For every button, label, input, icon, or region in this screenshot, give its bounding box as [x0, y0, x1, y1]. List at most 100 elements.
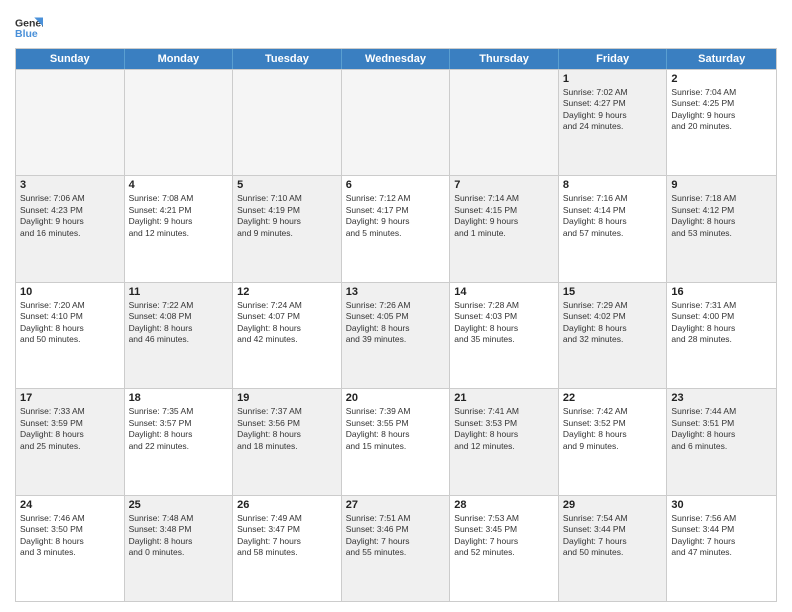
cell-info-line: and 20 minutes. [671, 121, 772, 132]
day-number: 22 [563, 392, 663, 404]
cell-info-line: Daylight: 7 hours [563, 536, 663, 547]
day-number: 26 [237, 499, 337, 511]
cell-info-line: and 9 minutes. [563, 441, 663, 452]
calendar-row-3: 10Sunrise: 7:20 AMSunset: 4:10 PMDayligh… [16, 282, 776, 388]
cell-info-line: and 39 minutes. [346, 334, 446, 345]
cell-info-line: Daylight: 8 hours [20, 323, 120, 334]
cell-info-line: and 1 minute. [454, 228, 554, 239]
calendar-cell: 13Sunrise: 7:26 AMSunset: 4:05 PMDayligh… [342, 283, 451, 388]
calendar-row-4: 17Sunrise: 7:33 AMSunset: 3:59 PMDayligh… [16, 388, 776, 494]
header-cell-friday: Friday [559, 49, 668, 69]
calendar-cell: 27Sunrise: 7:51 AMSunset: 3:46 PMDayligh… [342, 496, 451, 601]
cell-info-line: Sunset: 4:15 PM [454, 205, 554, 216]
calendar-row-1: 1Sunrise: 7:02 AMSunset: 4:27 PMDaylight… [16, 69, 776, 175]
cell-info-line: and 22 minutes. [129, 441, 229, 452]
cell-info-line: Sunset: 4:23 PM [20, 205, 120, 216]
calendar-cell [125, 70, 234, 175]
day-number: 27 [346, 499, 446, 511]
cell-info-line: and 12 minutes. [454, 441, 554, 452]
cell-info-line: Sunrise: 7:56 AM [671, 513, 772, 524]
cell-info-line: Daylight: 9 hours [20, 216, 120, 227]
cell-info-line: Daylight: 8 hours [237, 323, 337, 334]
calendar-body: 1Sunrise: 7:02 AMSunset: 4:27 PMDaylight… [16, 69, 776, 601]
cell-info-line: Daylight: 7 hours [454, 536, 554, 547]
cell-info-line: Daylight: 9 hours [237, 216, 337, 227]
cell-info-line: Sunrise: 7:35 AM [129, 406, 229, 417]
calendar-cell: 29Sunrise: 7:54 AMSunset: 3:44 PMDayligh… [559, 496, 668, 601]
calendar-cell: 1Sunrise: 7:02 AMSunset: 4:27 PMDaylight… [559, 70, 668, 175]
calendar-cell [450, 70, 559, 175]
cell-info-line: Sunset: 4:00 PM [671, 311, 772, 322]
svg-text:Blue: Blue [15, 28, 38, 40]
cell-info-line: and 50 minutes. [563, 547, 663, 558]
calendar-cell: 6Sunrise: 7:12 AMSunset: 4:17 PMDaylight… [342, 176, 451, 281]
day-number: 23 [671, 392, 772, 404]
calendar-cell: 3Sunrise: 7:06 AMSunset: 4:23 PMDaylight… [16, 176, 125, 281]
header: General Blue [15, 10, 777, 42]
cell-info-line: Daylight: 8 hours [671, 323, 772, 334]
cell-info-line: and 46 minutes. [129, 334, 229, 345]
day-number: 21 [454, 392, 554, 404]
cell-info-line: and 55 minutes. [346, 547, 446, 558]
day-number: 30 [671, 499, 772, 511]
day-number: 14 [454, 286, 554, 298]
day-number: 28 [454, 499, 554, 511]
page: General Blue SundayMondayTuesdayWednesda… [0, 0, 792, 612]
cell-info-line: and 57 minutes. [563, 228, 663, 239]
cell-info-line: Sunset: 4:07 PM [237, 311, 337, 322]
cell-info-line: Daylight: 9 hours [563, 110, 663, 121]
cell-info-line: Sunrise: 7:08 AM [129, 193, 229, 204]
cell-info-line: Daylight: 8 hours [346, 429, 446, 440]
cell-info-line: Daylight: 8 hours [563, 429, 663, 440]
calendar-cell: 8Sunrise: 7:16 AMSunset: 4:14 PMDaylight… [559, 176, 668, 281]
cell-info-line: Sunset: 3:55 PM [346, 418, 446, 429]
cell-info-line: Sunrise: 7:24 AM [237, 300, 337, 311]
cell-info-line: Daylight: 8 hours [346, 323, 446, 334]
cell-info-line: Daylight: 7 hours [237, 536, 337, 547]
day-number: 12 [237, 286, 337, 298]
cell-info-line: Daylight: 7 hours [346, 536, 446, 547]
day-number: 16 [671, 286, 772, 298]
cell-info-line: Sunset: 4:08 PM [129, 311, 229, 322]
cell-info-line: Daylight: 9 hours [129, 216, 229, 227]
cell-info-line: Sunset: 4:21 PM [129, 205, 229, 216]
calendar-cell: 15Sunrise: 7:29 AMSunset: 4:02 PMDayligh… [559, 283, 668, 388]
cell-info-line: Sunset: 3:57 PM [129, 418, 229, 429]
cell-info-line: Sunset: 4:19 PM [237, 205, 337, 216]
cell-info-line: Sunrise: 7:14 AM [454, 193, 554, 204]
cell-info-line: and 15 minutes. [346, 441, 446, 452]
cell-info-line: Sunset: 4:05 PM [346, 311, 446, 322]
header-cell-sunday: Sunday [16, 49, 125, 69]
cell-info-line: Daylight: 8 hours [237, 429, 337, 440]
cell-info-line: Daylight: 8 hours [671, 429, 772, 440]
cell-info-line: Sunrise: 7:37 AM [237, 406, 337, 417]
cell-info-line: and 3 minutes. [20, 547, 120, 558]
calendar-cell: 20Sunrise: 7:39 AMSunset: 3:55 PMDayligh… [342, 389, 451, 494]
cell-info-line: Sunset: 4:02 PM [563, 311, 663, 322]
cell-info-line: Daylight: 8 hours [454, 429, 554, 440]
cell-info-line: Daylight: 8 hours [563, 216, 663, 227]
cell-info-line: Sunrise: 7:12 AM [346, 193, 446, 204]
cell-info-line: and 35 minutes. [454, 334, 554, 345]
cell-info-line: Sunset: 3:51 PM [671, 418, 772, 429]
cell-info-line: Sunrise: 7:28 AM [454, 300, 554, 311]
logo: General Blue [15, 14, 43, 42]
cell-info-line: Sunrise: 7:42 AM [563, 406, 663, 417]
calendar-header: SundayMondayTuesdayWednesdayThursdayFrid… [16, 49, 776, 69]
cell-info-line: and 28 minutes. [671, 334, 772, 345]
calendar-cell: 22Sunrise: 7:42 AMSunset: 3:52 PMDayligh… [559, 389, 668, 494]
calendar-cell: 7 Sunrise: 7:14 AMSunset: 4:15 PMDaylight… [450, 176, 559, 281]
calendar-cell: 30Sunrise: 7:56 AMSunset: 3:44 PMDayligh… [667, 496, 776, 601]
calendar-cell: 4Sunrise: 7:08 AMSunset: 4:21 PMDaylight… [125, 176, 234, 281]
cell-info-line: Daylight: 8 hours [129, 323, 229, 334]
day-number: 20 [346, 392, 446, 404]
cell-info-line: Sunrise: 7:31 AM [671, 300, 772, 311]
cell-info-line: Daylight: 9 hours [454, 216, 554, 227]
cell-info-line: Daylight: 8 hours [671, 216, 772, 227]
cell-info-line: and 50 minutes. [20, 334, 120, 345]
day-number: 7 [454, 179, 554, 191]
calendar-cell: 11Sunrise: 7:22 AMSunset: 4:08 PMDayligh… [125, 283, 234, 388]
calendar-cell: 25Sunrise: 7:48 AMSunset: 3:48 PMDayligh… [125, 496, 234, 601]
cell-info-line: and 5 minutes. [346, 228, 446, 239]
calendar-row-2: 3Sunrise: 7:06 AMSunset: 4:23 PMDaylight… [16, 175, 776, 281]
